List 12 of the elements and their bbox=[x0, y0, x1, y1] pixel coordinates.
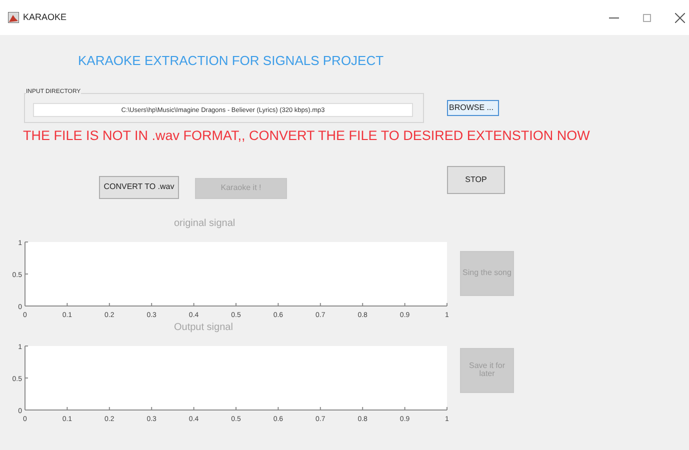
browse-button[interactable]: BROWSE ... bbox=[447, 100, 499, 116]
heading: KARAOKE EXTRACTION FOR SIGNALS PROJECT bbox=[78, 54, 385, 67]
app-icon bbox=[8, 12, 19, 23]
y-axis bbox=[24, 241, 28, 306]
window-title: KARAOKE bbox=[23, 10, 67, 24]
plot-title: Output signal bbox=[174, 322, 233, 332]
y-axis bbox=[24, 345, 28, 410]
stop-button[interactable]: STOP bbox=[447, 166, 505, 194]
close-icon[interactable] bbox=[675, 12, 685, 22]
convert-button[interactable]: CONVERT TO .wav bbox=[99, 176, 179, 198]
error-message: THE FILE IS NOT IN .wav FORMAT,, CONVERT THE FILE TO DESIRED EXTENSTION NOW bbox=[23, 129, 591, 142]
plot-title: original signal bbox=[174, 218, 236, 228]
